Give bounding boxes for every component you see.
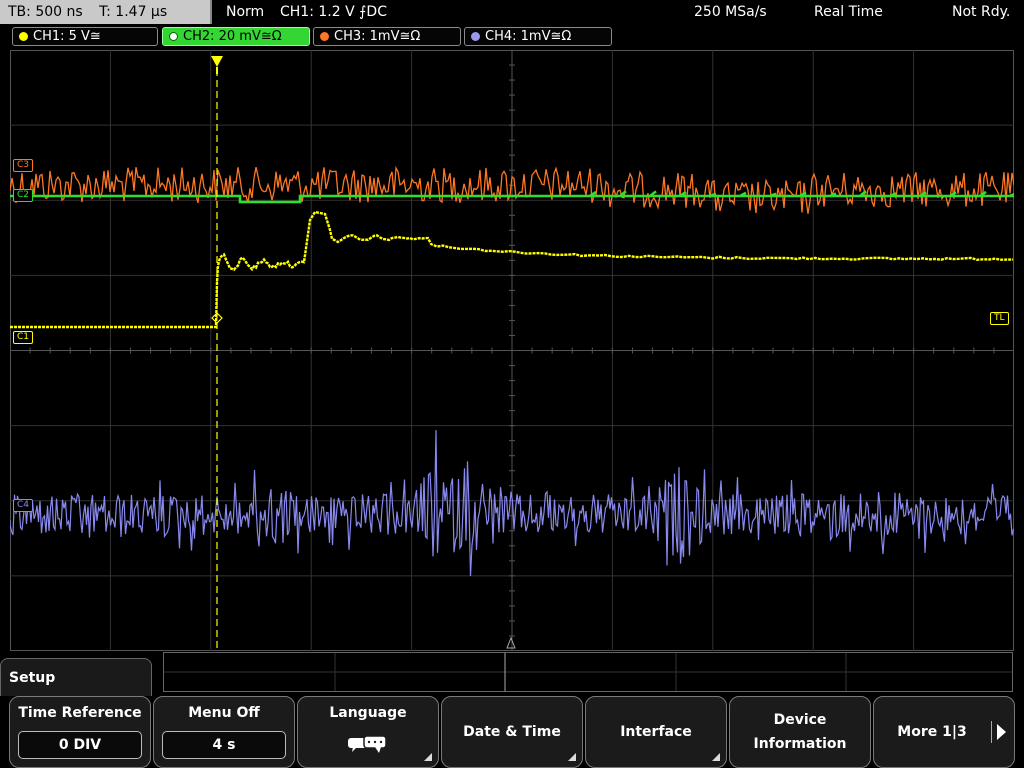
ch4-dot-icon xyxy=(471,32,480,41)
submenu-indicator-icon xyxy=(568,753,576,761)
timebase-box[interactable]: TB: 500 ns T: 1.47 µs xyxy=(0,0,212,24)
channel-tab-ch2[interactable]: CH2: 20 mV≅Ω xyxy=(162,27,310,46)
ch4-label: CH4: 1mV≅Ω xyxy=(485,29,572,44)
ch1-label: CH1: 5 V≅ xyxy=(33,29,101,44)
device-information-softkey[interactable]: Device Information xyxy=(729,696,871,768)
ch1-marker-label: C1 xyxy=(17,332,30,342)
ch3-marker-label: C3 xyxy=(17,160,30,170)
channel-tab-ch3[interactable]: CH3: 1mV≅Ω xyxy=(313,27,461,46)
interface-label: Interface xyxy=(620,724,692,740)
menu-off-softkey[interactable]: Menu Off 4 s xyxy=(153,696,295,768)
more-separator xyxy=(991,721,992,743)
trigger-position-icon[interactable] xyxy=(211,56,223,67)
center-time-icon xyxy=(506,636,516,649)
ch1-dot-icon xyxy=(19,32,28,41)
time-reference-value: 0 DIV xyxy=(18,731,142,759)
speech-bubbles-icon xyxy=(348,735,387,753)
menu-off-value: 4 s xyxy=(162,731,286,759)
trigger-level-label: TL xyxy=(994,313,1005,323)
acquisition-mode[interactable]: Real Time xyxy=(814,0,883,24)
interface-softkey[interactable]: Interface xyxy=(585,696,727,768)
waveform-canvas[interactable] xyxy=(10,50,1014,651)
more-label: More 1|3 xyxy=(897,724,967,740)
trigger-time-value: T: 1.47 µs xyxy=(99,4,168,20)
language-softkey[interactable]: Language xyxy=(297,696,439,768)
more-softkey[interactable]: More 1|3 xyxy=(873,696,1015,768)
trigger-level-marker[interactable]: TL xyxy=(990,312,1009,325)
channel-tab-ch1[interactable]: CH1: 5 V≅ xyxy=(12,27,158,46)
ch3-marker[interactable]: C3 xyxy=(13,159,34,172)
timebase-value: TB: 500 ns xyxy=(8,4,83,20)
time-reference-label: Time Reference xyxy=(18,705,142,721)
menu-off-label: Menu Off xyxy=(188,705,260,721)
ch2-dot-icon xyxy=(169,32,178,41)
acquisition-status: Not Rdy. xyxy=(952,4,1011,20)
date-time-label: Date & Time xyxy=(463,724,561,740)
submenu-indicator-icon xyxy=(424,753,432,761)
ch1-marker[interactable]: C1 xyxy=(13,331,34,344)
next-page-arrow-icon xyxy=(997,724,1006,740)
overview-grid xyxy=(164,653,1012,691)
graticule xyxy=(10,50,1014,651)
sample-rate: 250 MSa/s xyxy=(694,4,767,20)
date-time-softkey[interactable]: Date & Time xyxy=(441,696,583,768)
device-information-label: Device Information xyxy=(753,712,847,752)
time-reference-softkey[interactable]: Time Reference 0 DIV xyxy=(9,696,151,768)
ch3-dot-icon xyxy=(320,32,329,41)
trigger-mode[interactable]: Norm xyxy=(226,0,264,24)
ch2-marker[interactable]: C2 xyxy=(13,189,34,202)
submenu-indicator-icon xyxy=(712,753,720,761)
ch4-marker[interactable]: C4 xyxy=(13,499,34,512)
ch4-marker-label: C4 xyxy=(17,500,30,510)
language-label: Language xyxy=(329,705,407,721)
ch2-marker-label: C2 xyxy=(17,190,30,200)
ch3-label: CH3: 1mV≅Ω xyxy=(334,29,421,44)
trigger-info[interactable]: CH1: 1.2 V ⨍DC xyxy=(280,0,387,24)
channel-tab-ch4[interactable]: CH4: 1mV≅Ω xyxy=(464,27,612,46)
menu-title-tab: Setup xyxy=(0,658,152,696)
ch2-label: CH2: 20 mV≅Ω xyxy=(183,29,282,44)
overview-strip xyxy=(163,652,1013,692)
